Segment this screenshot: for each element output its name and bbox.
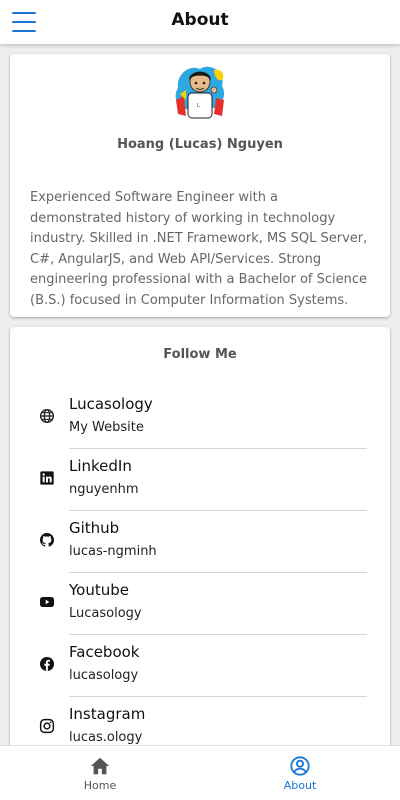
app-bar: About	[0, 0, 400, 44]
page-title: About	[171, 10, 229, 30]
social-item-website[interactable]: Lucasology My Website	[32, 387, 390, 449]
main-content[interactable]: L Hoang (Lucas) Nguyen Experienced Softw…	[0, 44, 400, 746]
profile-name: Hoang (Lucas) Nguyen	[117, 137, 283, 152]
linkedin-icon	[40, 471, 54, 485]
nav-about[interactable]: About	[200, 746, 400, 800]
social-label: Facebook	[69, 643, 140, 661]
social-label: LinkedIn	[69, 457, 132, 475]
follow-card: Follow Me Lucasology My Website LinkedIn…	[10, 327, 390, 746]
social-item-youtube[interactable]: Youtube Lucasology	[32, 573, 390, 635]
bottom-nav: Home About	[0, 745, 400, 800]
social-item-instagram[interactable]: Instagram lucas.ology	[32, 697, 390, 746]
nav-home-label: Home	[83, 779, 117, 792]
follow-title: Follow Me	[163, 347, 237, 362]
youtube-icon	[40, 597, 54, 607]
social-item-linkedin[interactable]: LinkedIn nguyenhm	[32, 449, 390, 511]
social-sub: lucasology	[69, 668, 139, 683]
social-sub: nguyenhm	[69, 482, 139, 497]
instagram-icon	[39, 718, 55, 734]
social-sub: Lucasology	[69, 606, 142, 621]
social-list: Lucasology My Website LinkedIn nguyenhm	[32, 387, 390, 746]
nav-home[interactable]: Home	[0, 746, 200, 800]
social-item-facebook[interactable]: Facebook lucasology	[32, 635, 390, 697]
social-label: Github	[69, 519, 120, 537]
social-label: Youtube	[69, 581, 129, 599]
profile-card: L Hoang (Lucas) Nguyen Experienced Softw…	[10, 54, 390, 317]
social-sub: My Website	[69, 420, 144, 435]
profile-bio: Experienced Software Engineer with a dem…	[30, 190, 368, 308]
github-icon	[40, 533, 54, 547]
social-label: Instagram	[69, 705, 146, 723]
facebook-icon	[40, 657, 54, 671]
account-circle-icon	[290, 756, 310, 776]
social-item-github[interactable]: Github lucas-ngminh	[32, 511, 390, 573]
nav-about-label: About	[283, 779, 317, 792]
globe-icon	[40, 409, 54, 423]
avatar: L	[175, 66, 225, 119]
social-sub: lucas-ngminh	[69, 544, 157, 559]
social-sub: lucas.ology	[69, 730, 143, 745]
home-icon	[90, 757, 110, 775]
social-label: Lucasology	[69, 395, 153, 413]
svg-text:L: L	[197, 103, 200, 109]
